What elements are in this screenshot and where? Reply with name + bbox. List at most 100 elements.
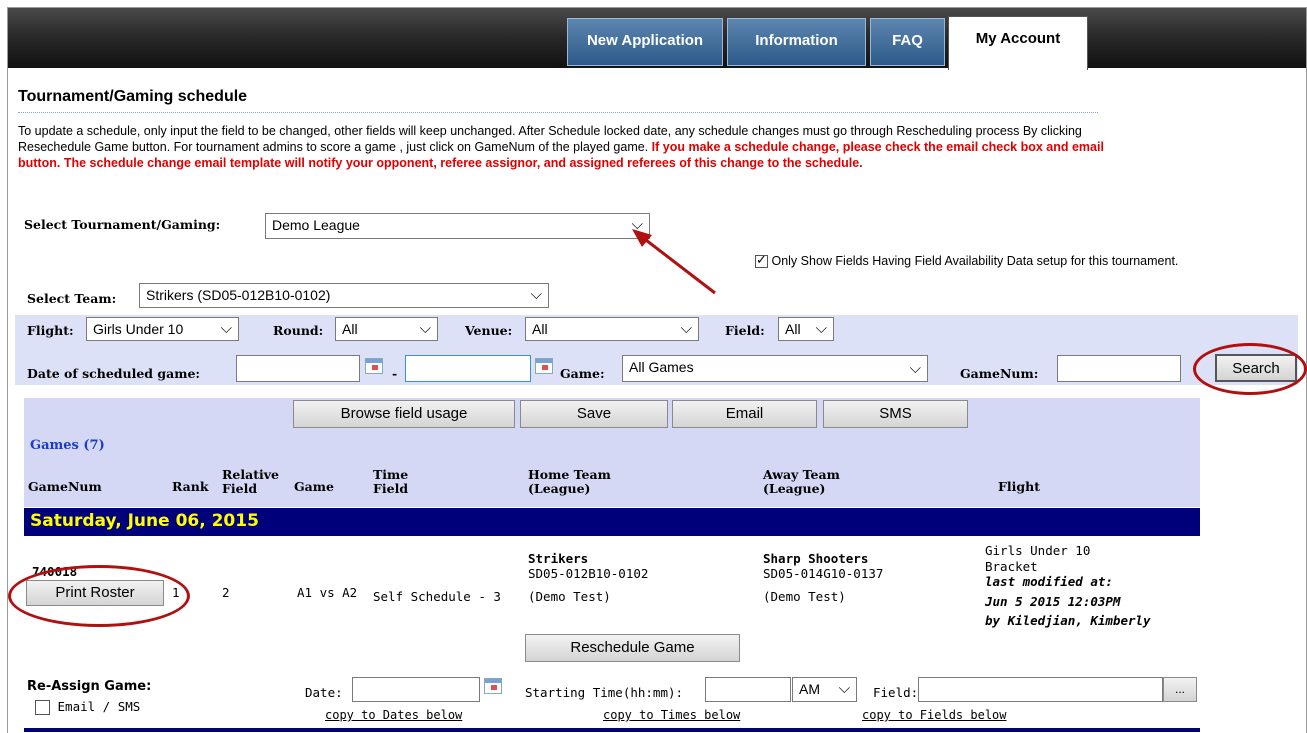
- chevron-down-icon: ⌵: [815, 320, 827, 337]
- annotation-circle-search: [1193, 343, 1307, 395]
- day-header: Saturday, June 06, 2015: [24, 508, 1200, 536]
- calendar-icon[interactable]: [365, 358, 383, 374]
- game-label: Game:: [560, 366, 605, 381]
- reassign-label: Re-Assign Game:: [27, 679, 152, 694]
- col-relative-field: Field: [222, 481, 258, 496]
- col-rank: Rank: [172, 479, 209, 494]
- flight-select[interactable]: Girls Under 10 ⌵: [86, 317, 239, 341]
- home-team-id: SD05-012B10-0102: [528, 566, 649, 581]
- col-time-field: Field: [373, 481, 409, 496]
- reassign-field-label: Field:: [873, 685, 919, 700]
- only-show-fields-label: Only Show Fields Having Field Availabili…: [771, 254, 1179, 268]
- col-flight: Flight: [998, 479, 1040, 494]
- tab-faq[interactable]: FAQ: [870, 18, 945, 66]
- round-select[interactable]: All ⌵: [335, 317, 438, 341]
- team-select[interactable]: Strikers (SD05-012B10-0102) ⌵: [139, 283, 549, 308]
- game-relative-field: 2: [222, 585, 230, 600]
- col-game: Game: [294, 479, 334, 494]
- annotation-circle-print-roster: [8, 565, 190, 627]
- date-from-input[interactable]: [236, 355, 360, 382]
- col-home-team: Home Team: [528, 467, 611, 482]
- field-value: All: [785, 321, 801, 337]
- away-team-league: (Demo Test): [763, 589, 846, 604]
- col-away-league: (League): [763, 481, 826, 496]
- date-to-input[interactable]: [405, 355, 531, 382]
- game-rank: 1: [172, 585, 180, 600]
- games-count[interactable]: Games (7): [30, 438, 105, 453]
- flight-label: Flight:: [27, 323, 74, 338]
- tournament-select[interactable]: Demo League ⌵: [265, 213, 650, 239]
- venue-label: Venue:: [465, 323, 513, 338]
- chevron-down-icon: ⌵: [530, 286, 542, 303]
- last-modified-by: by Kiledjian, Kimberly: [985, 613, 1151, 628]
- email-sms-checkbox[interactable]: [35, 700, 50, 715]
- tab-information[interactable]: Information: [727, 18, 866, 66]
- game-time-field: Self Schedule - 3: [373, 589, 501, 604]
- chevron-down-icon: ⌵: [220, 320, 232, 337]
- field-select[interactable]: All ⌵: [778, 317, 834, 341]
- sms-button[interactable]: SMS: [823, 400, 968, 428]
- intro-text: To update a schedule, only input the fie…: [18, 123, 1108, 171]
- tournament-label: Select Tournament/Gaming:: [24, 217, 221, 232]
- reassign-email-sms-option[interactable]: Email / SMS: [35, 699, 140, 715]
- team-label: Select Team:: [27, 291, 117, 306]
- copy-to-dates-link[interactable]: copy to Dates below: [325, 708, 462, 722]
- col-gamenum: GameNum: [28, 479, 102, 494]
- col-relative: Relative: [222, 467, 279, 482]
- round-label: Round:: [273, 323, 324, 338]
- tab-new-application[interactable]: New Application: [567, 18, 723, 66]
- annotation-arrow-icon: [632, 229, 716, 295]
- chevron-down-icon: ⌵: [838, 680, 850, 697]
- next-day-band: [24, 728, 1200, 732]
- field-browse-button[interactable]: ...: [1163, 677, 1197, 702]
- title-divider: [18, 112, 1098, 113]
- email-button[interactable]: Email: [672, 400, 817, 428]
- copy-to-times-link[interactable]: copy to Times below: [603, 708, 740, 722]
- games-toolbar: [24, 425, 1200, 465]
- home-team-league: (Demo Test): [528, 589, 611, 604]
- email-sms-label: Email / SMS: [57, 699, 141, 714]
- field-label: Field:: [725, 323, 765, 338]
- last-modified-label: last modified at:: [985, 574, 1113, 589]
- team-value: Strikers (SD05-012B10-0102): [146, 287, 331, 303]
- round-value: All: [342, 321, 358, 337]
- browse-field-usage-button[interactable]: Browse field usage: [293, 400, 515, 428]
- ampm-select[interactable]: AM ⌵: [792, 677, 857, 702]
- col-away-team: Away Team: [763, 467, 840, 482]
- gamenum-input[interactable]: [1057, 355, 1181, 382]
- day-header-text: Saturday, June 06, 2015: [30, 511, 259, 531]
- reassign-time-input[interactable]: [705, 677, 791, 702]
- copy-to-fields-link[interactable]: copy to Fields below: [862, 708, 1007, 722]
- reassign-field-input[interactable]: [918, 677, 1163, 702]
- tab-my-account[interactable]: My Account: [948, 16, 1088, 70]
- tournament-value: Demo League: [272, 217, 360, 233]
- ampm-value: AM: [799, 681, 820, 697]
- reschedule-game-button[interactable]: Reschedule Game: [525, 634, 740, 662]
- calendar-icon[interactable]: [484, 678, 502, 694]
- chevron-down-icon: ⌵: [680, 320, 692, 337]
- only-show-fields-checkbox[interactable]: [755, 252, 768, 269]
- date-separator: -: [392, 366, 398, 381]
- date-label: Date of scheduled game:: [27, 366, 201, 381]
- col-time: Time: [373, 467, 409, 482]
- top-nav-bar: New Application Information FAQ My Accou…: [8, 8, 1306, 70]
- flight-bracket: Bracket: [985, 559, 1038, 574]
- game-select[interactable]: All Games ⌵: [622, 355, 928, 382]
- flight-name: Girls Under 10: [985, 543, 1091, 558]
- game-matchup: A1 vs A2: [297, 585, 358, 600]
- reassign-date-input[interactable]: [352, 677, 480, 702]
- only-show-fields-option[interactable]: Only Show Fields Having Field Availabili…: [755, 252, 1179, 269]
- away-team-name: Sharp Shooters: [763, 551, 869, 566]
- page-title: Tournament/Gaming schedule: [18, 88, 248, 105]
- chevron-down-icon: ⌵: [909, 360, 921, 377]
- reassign-date-label: Date:: [305, 685, 343, 700]
- gamenum-label: GameNum:: [960, 366, 1039, 381]
- away-team-id: SD05-014G10-0137: [763, 566, 884, 581]
- col-home-league: (League): [528, 481, 591, 496]
- save-button[interactable]: Save: [520, 400, 668, 428]
- calendar-icon[interactable]: [535, 358, 553, 374]
- home-team-name: Strikers: [528, 551, 589, 566]
- venue-select[interactable]: All ⌵: [525, 317, 699, 341]
- reassign-time-label: Starting Time(hh:mm):: [525, 685, 684, 700]
- flight-value: Girls Under 10: [93, 321, 184, 337]
